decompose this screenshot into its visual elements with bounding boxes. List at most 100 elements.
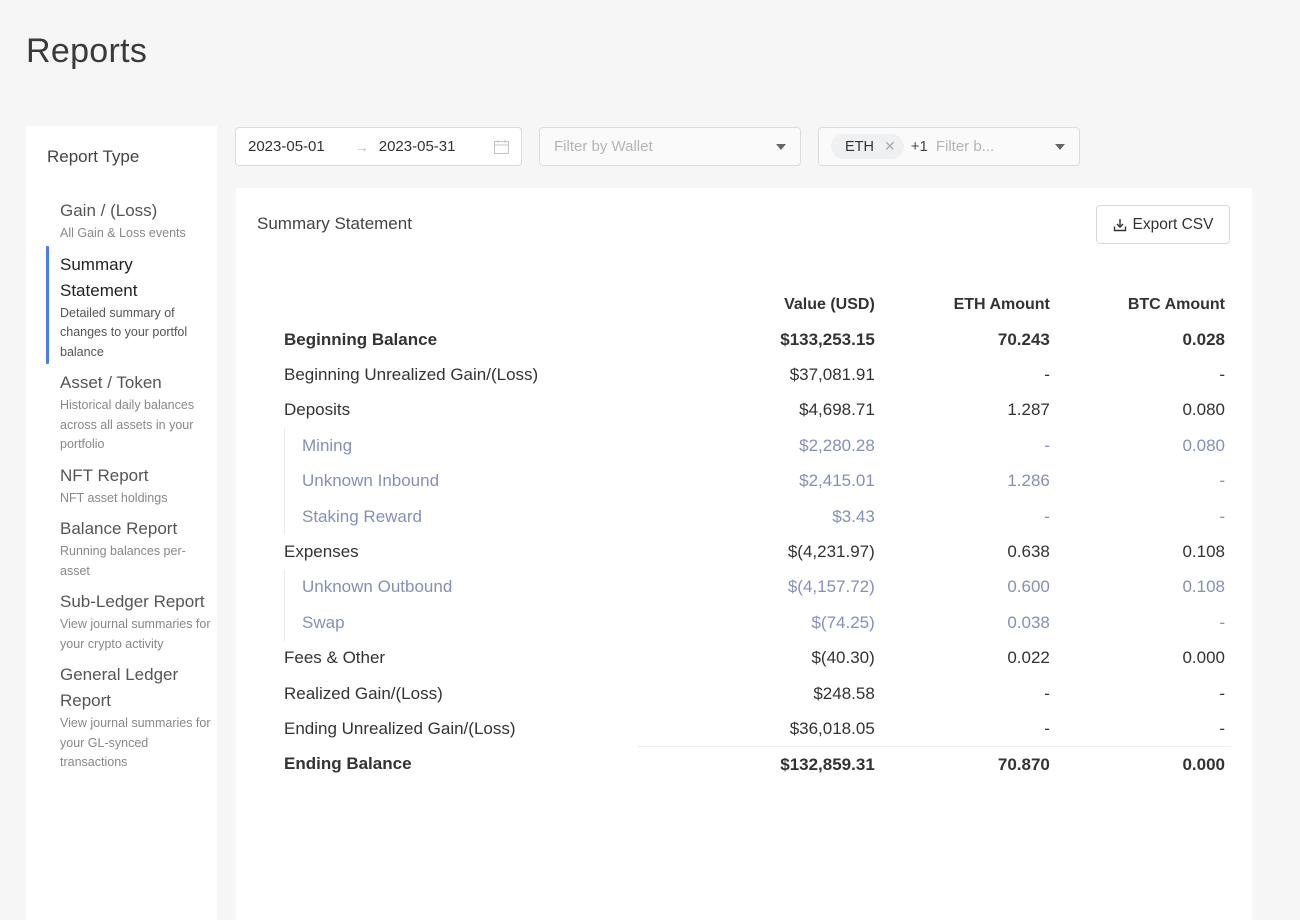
asset-chip-label: ETH xyxy=(845,138,874,155)
sidebar-item-label: Balance Report xyxy=(60,519,178,538)
btc-amount: 0.000 xyxy=(1055,746,1231,783)
wallet-filter-placeholder: Filter by Wallet xyxy=(554,138,653,155)
card-title: Summary Statement xyxy=(257,214,412,233)
start-date[interactable]: 2023-05-01 xyxy=(248,138,325,155)
btc-amount: 0.108 xyxy=(1182,577,1225,597)
value-usd: $(40.30) xyxy=(811,648,875,668)
row-label: Fees & Other xyxy=(284,648,386,668)
column-header: BTC Amount xyxy=(1127,295,1225,313)
row-label: Expenses xyxy=(284,542,359,562)
value-usd: $(4,231.97) xyxy=(787,542,875,562)
download-icon xyxy=(1113,218,1126,231)
btc-amount: - xyxy=(1219,718,1225,738)
eth-amount: - xyxy=(1044,683,1050,703)
table-row: Swap $(74.25) 0.038 - xyxy=(276,605,1231,641)
value-usd: $36,018.05 xyxy=(789,718,875,738)
eth-amount: - xyxy=(1044,435,1050,455)
value-usd: $132,859.31 xyxy=(638,746,881,783)
more-assets-count: +1 xyxy=(910,138,928,155)
sidebar-item-gain-loss[interactable]: Gain / (Loss) All Gain & Loss events xyxy=(26,198,217,244)
eth-amount: 0.600 xyxy=(1007,577,1050,597)
column-header: ETH Amount xyxy=(953,295,1050,313)
row-label: Beginning Balance xyxy=(284,329,438,349)
btc-amount: 0.080 xyxy=(1182,435,1225,455)
value-usd: $3.43 xyxy=(832,506,875,526)
sidebar-item-label: Asset / Token xyxy=(60,373,162,392)
sidebar-item-description: View journal summaries for your GL-synce… xyxy=(60,716,211,769)
btc-amount: 0.028 xyxy=(1182,329,1225,349)
table-row: Beginning Unrealized Gain/(Loss) $37,081.… xyxy=(276,357,1231,392)
table-row: Beginning Balance $133,253.15 70.243 0.028 xyxy=(276,322,1231,357)
column-header xyxy=(276,287,638,322)
eth-amount: 70.243 xyxy=(997,329,1050,349)
row-label: Swap xyxy=(276,605,638,641)
table-row: Ending Balance $132,859.31 70.870 0.000 xyxy=(276,746,1231,783)
calendar-icon[interactable] xyxy=(494,139,509,154)
row-label: Beginning Unrealized Gain/(Loss) xyxy=(284,365,539,385)
export-csv-button[interactable]: Export CSV xyxy=(1096,205,1230,244)
row-label: Deposits xyxy=(284,400,351,420)
sidebar-item-label: General Ledger Report xyxy=(60,665,179,710)
row-label: Ending Unrealized Gain/(Loss) xyxy=(284,718,516,738)
row-label: Unknown Outbound xyxy=(276,569,638,606)
summary-table: Value (USD) ETH Amount BTC Amount Beginn… xyxy=(276,287,1231,783)
eth-amount: 0.022 xyxy=(1007,648,1050,668)
eth-amount: - xyxy=(1044,506,1050,526)
value-usd: $2,280.28 xyxy=(799,435,875,455)
asset-chip: ETH ✕ xyxy=(831,134,904,159)
eth-amount: 1.286 xyxy=(1007,471,1050,491)
sidebar-item-sub-ledger-report[interactable]: Sub-Ledger Report View journal summaries … xyxy=(26,589,217,654)
sidebar-item-description: Running balances per-asset xyxy=(60,544,186,578)
close-icon[interactable]: ✕ xyxy=(884,138,896,155)
report-type-list: Gain / (Loss) All Gain & Loss events Summa… xyxy=(26,198,217,781)
eth-amount: 1.287 xyxy=(1007,400,1050,420)
sidebar-item-summary-statement[interactable]: Summary Statement Detailed summary of cha… xyxy=(26,245,217,364)
table-row: Mining $2,280.28 - 0.080 xyxy=(276,428,1231,464)
btc-amount: - xyxy=(1219,471,1225,491)
table-row: Unknown Inbound $2,415.01 1.286 - xyxy=(276,463,1231,500)
sidebar-item-general-ledger-report[interactable]: General Ledger Report View journal summar… xyxy=(26,662,217,773)
btc-amount: - xyxy=(1219,612,1225,632)
sidebar-item-description: View journal summaries for your crypto a… xyxy=(60,617,211,651)
table-header: Value (USD) ETH Amount BTC Amount xyxy=(276,287,1231,322)
table-row: Ending Unrealized Gain/(Loss) $36,018.05 -… xyxy=(276,711,1231,746)
table-row: Unknown Outbound $(4,157.72) 0.600 0.108 xyxy=(276,569,1231,606)
caret-down-icon xyxy=(1055,143,1065,150)
row-label: Unknown Inbound xyxy=(276,463,638,500)
sidebar-item-label: Summary Statement xyxy=(60,254,138,300)
export-csv-label: Export CSV xyxy=(1132,215,1214,233)
caret-down-icon xyxy=(776,143,786,150)
sidebar-item-nft-report[interactable]: NFT Report NFT asset holdings xyxy=(26,463,217,509)
sidebar-item-label: Gain / (Loss) xyxy=(60,201,158,220)
wallet-filter-select[interactable]: Filter by Wallet xyxy=(539,127,801,166)
arrow-right-icon: → xyxy=(354,138,369,155)
eth-amount: 70.870 xyxy=(880,746,1056,783)
date-range-picker[interactable]: 2023-05-01 → 2023-05-31 xyxy=(235,127,522,166)
eth-amount: - xyxy=(1044,718,1050,738)
table-row: Deposits $4,698.71 1.287 0.080 xyxy=(276,393,1231,428)
table-row: Expenses $(4,231.97) 0.638 0.108 xyxy=(276,534,1231,569)
value-usd: $248.58 xyxy=(813,683,875,703)
row-label: Ending Balance xyxy=(284,754,412,774)
value-usd: $2,415.01 xyxy=(799,471,875,491)
btc-amount: 0.080 xyxy=(1182,400,1225,420)
sidebar-item-description: Detailed summary of changes to your port… xyxy=(60,305,188,359)
sidebar-item-label: NFT Report xyxy=(60,465,149,485)
row-label: Mining xyxy=(276,428,638,464)
table-row: Realized Gain/(Loss) $248.58 - - xyxy=(276,676,1231,711)
table-row: Fees & Other $(40.30) 0.022 0.000 xyxy=(276,641,1231,676)
btc-amount: 0.108 xyxy=(1182,542,1225,562)
value-usd: $(4,157.72) xyxy=(787,577,875,597)
summary-statement-card: Summary Statement Export CSV Value (USD)… xyxy=(236,188,1252,920)
report-type-sidebar: Report Type Gain / (Loss) All Gain & Loss… xyxy=(26,126,217,920)
sidebar-item-description: All Gain & Loss events xyxy=(60,226,186,240)
sidebar-item-asset-token[interactable]: Asset / Token Historical daily balances a… xyxy=(26,370,217,455)
sidebar-item-description: Historical daily balances across all ass… xyxy=(60,398,195,451)
sidebar-item-balance-report[interactable]: Balance Report Running balances per-asset xyxy=(26,516,217,581)
page-title: Reports xyxy=(26,32,148,70)
asset-filter-placeholder: Filter b... xyxy=(935,138,995,155)
end-date[interactable]: 2023-05-31 xyxy=(379,138,456,155)
row-label: Staking Reward xyxy=(276,498,638,535)
column-header: Value (USD) xyxy=(784,295,875,313)
asset-filter-select[interactable]: ETH ✕ +1 Filter b... xyxy=(818,127,1080,166)
